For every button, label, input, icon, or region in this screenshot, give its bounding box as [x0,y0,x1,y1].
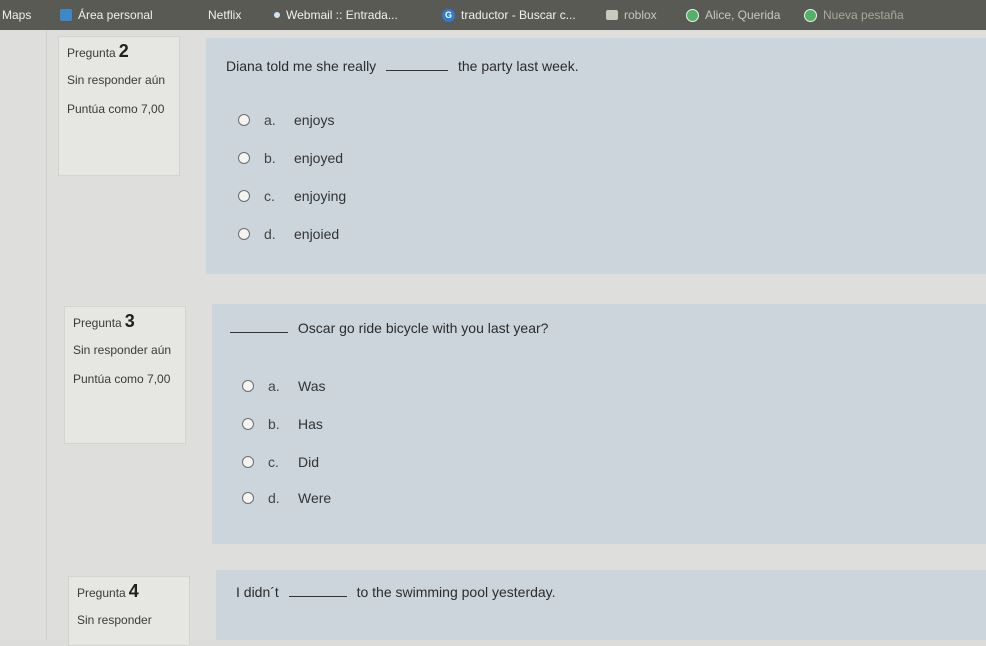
question-label: Pregunta [67,46,116,60]
radio-button[interactable] [242,492,254,504]
radio-button[interactable] [242,380,254,392]
option-text: enjoys [294,112,335,128]
webmail-icon [274,12,280,18]
answer-option-c[interactable]: c. Did [242,454,319,470]
option-letter: d. [268,490,280,506]
option-letter: b. [264,150,276,166]
option-text: enjoying [294,188,347,204]
question-status: Sin responder [77,613,152,627]
question-text-after: the party last week. [457,58,579,74]
option-text: Were [298,490,332,506]
bookmark-label: Área personal [78,8,153,22]
option-letter: d. [264,226,276,242]
radio-button[interactable] [238,114,250,126]
bookmark-label: Webmail :: Entrada... [286,8,398,22]
bookmark-webmail[interactable]: Webmail :: Entrada... [274,0,398,30]
globe-icon [686,8,699,22]
bookmark-label: roblox [624,8,657,22]
question-marks: Puntúa como 7,00 [73,372,171,386]
divider [46,30,47,640]
question-content-3: Oscar go ride bicycle with you last year… [212,304,986,544]
option-letter: a. [268,378,280,394]
question-label: Pregunta [73,316,122,330]
answer-blank [386,69,449,71]
bookmark-label: Maps [2,8,32,22]
bookmark-alice-querida[interactable]: Alice, Querida [686,0,780,30]
bookmark-traductor[interactable]: G traductor - Buscar c... [442,0,576,30]
question-content-4: I didn´t to the swimming pool yesterday. [216,570,986,640]
question-text: I didn´t to the swimming pool yesterday. [236,584,556,600]
bookmark-roblox[interactable]: roblox [606,0,657,30]
answer-option-a[interactable]: a. enjoys [238,112,334,128]
question-status: Sin responder aún [67,73,166,87]
bookmark-area-personal[interactable]: Área personal [60,0,153,30]
question-info-4: Pregunta 4 Sin responder [68,576,190,646]
question-label: Pregunta [77,586,126,600]
bookmark-maps[interactable]: Maps [2,0,31,30]
google-icon: G [442,8,455,22]
roblox-icon [606,10,618,20]
question-content-2: Diana told me she really the party last … [206,38,986,274]
answer-option-d[interactable]: d. Were [242,490,331,506]
option-letter: b. [268,416,280,432]
question-info-3: Pregunta 3 Sin responder aún Puntúa como … [64,306,186,444]
question-text: Diana told me she really the party last … [226,58,579,74]
answer-option-d[interactable]: d. enjoied [238,226,339,242]
answer-blank [288,595,347,597]
answer-option-a[interactable]: a. Was [242,378,325,394]
moodle-icon [60,9,72,21]
bookmark-label: Netflix [208,8,242,22]
question-text-before: I didn´t [236,584,279,600]
question-status: Sin responder aún [73,343,172,357]
answer-blank [230,331,288,333]
question-info-2: Pregunta 2 Sin responder aún Puntúa como … [58,36,180,176]
option-text: enjoyed [294,150,344,166]
answer-option-b[interactable]: b. enjoyed [238,150,343,166]
option-text: Did [298,454,320,470]
question-text-before: Diana told me she really [226,58,377,74]
radio-button[interactable] [238,228,250,240]
option-text: enjoied [294,226,340,242]
bookmark-label: traductor - Buscar c... [461,8,576,22]
answer-option-c[interactable]: c. enjoying [238,188,346,204]
bookmark-label: Nueva pestaña [823,8,904,22]
option-letter: a. [264,112,276,128]
option-letter: c. [268,454,279,470]
answer-option-b[interactable]: b. Has [242,416,323,432]
radio-button[interactable] [238,190,250,202]
radio-button[interactable] [242,456,254,468]
bookmark-nueva-pestana[interactable]: Nueva pestaña [804,0,904,30]
question-number: 3 [124,311,135,331]
question-text-after: to the swimming pool yesterday. [356,584,556,600]
question-marks: Puntúa como 7,00 [67,102,165,116]
radio-button[interactable] [238,152,250,164]
globe-icon [804,8,817,22]
bookmarks-bar: Maps Área personal Netflix Webmail :: En… [0,0,986,30]
question-text: Oscar go ride bicycle with you last year… [230,320,548,336]
bookmark-netflix[interactable]: Netflix [208,0,241,30]
question-text-after: Oscar go ride bicycle with you last year… [297,320,549,336]
option-text: Was [298,378,326,394]
bookmark-label: Alice, Querida [705,8,781,22]
radio-button[interactable] [242,418,254,430]
question-number: 2 [118,41,129,61]
option-text: Has [298,416,323,432]
option-letter: c. [264,188,275,204]
question-number: 4 [128,581,139,601]
